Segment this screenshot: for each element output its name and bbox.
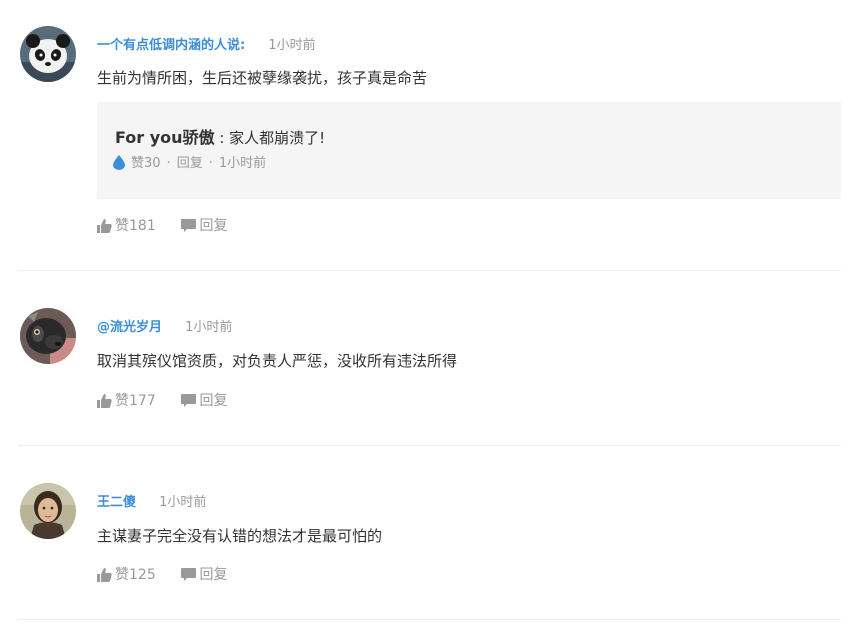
comment-meta: @流光岁月 1小时前 <box>97 316 232 336</box>
username-link[interactable]: 一个有点低调内涵的人说: <box>97 38 245 53</box>
like-count: 赞177 <box>115 393 156 409</box>
username-link[interactable]: @流光岁月 <box>97 320 162 335</box>
divider <box>18 445 841 446</box>
chat-bubble-icon <box>181 394 197 407</box>
reply-button[interactable]: 回复 <box>181 565 227 585</box>
like-button[interactable]: 赞125 <box>97 565 177 585</box>
reply-author-link[interactable]: For you骄傲 <box>115 128 215 147</box>
panda-avatar[interactable] <box>20 26 76 82</box>
like-count: 赞181 <box>115 218 156 234</box>
comment-actions: 赞177 回复 <box>97 391 227 411</box>
comment-text: 生前为情所困，生后还被孽缘袭扰，孩子真是命苦 <box>97 69 428 87</box>
dot-separator: · <box>166 156 171 171</box>
chat-bubble-icon <box>181 219 197 232</box>
comment-time: 1小时前 <box>159 495 207 510</box>
reply-box: For you骄傲 : 家人都崩溃了! 赞30 · 回复 · 1小时前 <box>97 102 841 199</box>
comment-time: 1小时前 <box>268 38 316 53</box>
chat-bubble-icon <box>181 568 197 581</box>
reply-separator: : <box>214 129 230 147</box>
reply-button[interactable]: 回复 <box>181 391 227 411</box>
reply-label: 回复 <box>199 567 228 583</box>
thumbs-up-icon <box>97 568 112 582</box>
reply-meta: 赞30 · 回复 · 1小时前 <box>113 154 266 177</box>
reply-line: For you骄傲 : 家人都崩溃了! <box>115 127 325 149</box>
reply-label: 回复 <box>199 218 228 234</box>
thumbs-up-icon <box>97 394 112 408</box>
like-button[interactable]: 赞181 <box>97 216 177 236</box>
reply-like-button[interactable]: 赞30 <box>131 156 161 171</box>
like-count: 赞125 <box>115 567 156 583</box>
portrait-avatar[interactable] <box>20 483 76 539</box>
comment-meta: 王二傻 1小时前 <box>97 491 206 511</box>
comment-actions: 赞125 回复 <box>97 565 227 585</box>
water-drop-icon <box>113 155 125 177</box>
divider <box>18 619 841 620</box>
comment-text: 主谋妻子完全没有认错的想法才是最可怕的 <box>97 527 383 545</box>
reply-label: 回复 <box>199 393 228 409</box>
username-link[interactable]: 王二傻 <box>97 495 136 510</box>
reply-text: 家人都崩溃了! <box>229 129 326 147</box>
divider <box>18 270 841 271</box>
dot-separator: · <box>208 156 213 171</box>
reply-reply-button[interactable]: 回复 <box>177 156 203 171</box>
dog-avatar[interactable] <box>20 308 76 364</box>
thumbs-up-icon <box>97 219 112 233</box>
comment-time: 1小时前 <box>185 320 233 335</box>
reply-button[interactable]: 回复 <box>181 216 227 236</box>
comment-actions: 赞181 回复 <box>97 216 227 236</box>
reply-time: 1小时前 <box>218 156 267 171</box>
comment-text: 取消其殡仪馆资质，对负责人严惩，没收所有违法所得 <box>97 352 458 370</box>
comment-meta: 一个有点低调内涵的人说: 1小时前 <box>97 34 316 54</box>
like-button[interactable]: 赞177 <box>97 391 177 411</box>
